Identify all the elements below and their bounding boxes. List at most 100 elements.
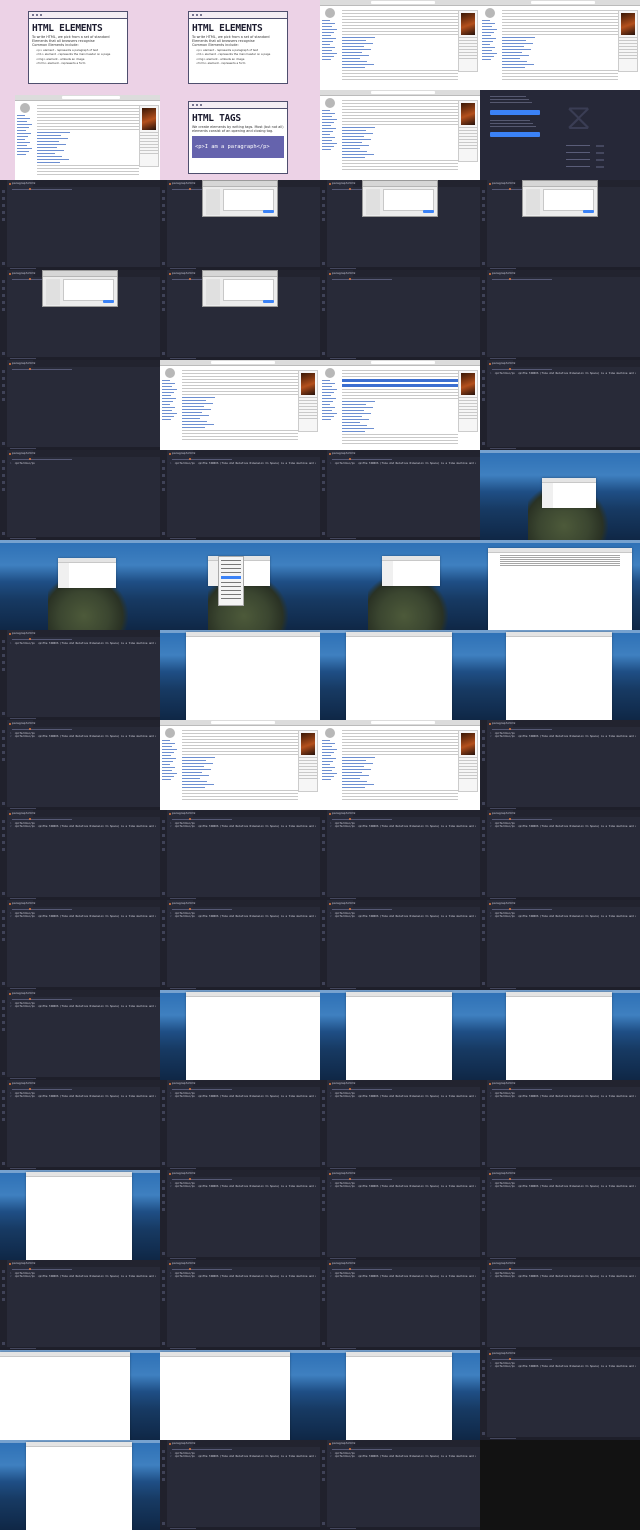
tab-paragraph-html[interactable]: paragraph.html xyxy=(327,900,355,907)
extensions-icon[interactable] xyxy=(482,308,485,311)
extensions-icon[interactable] xyxy=(162,1478,165,1481)
toc-link[interactable] xyxy=(182,400,206,401)
tab-paragraph-html[interactable]: paragraph.html xyxy=(327,180,355,187)
sidebar-link[interactable] xyxy=(482,20,490,21)
code-area[interactable]: 1 <p>Tardis</p> 2 <p>Tardis</p> <p>The TA… xyxy=(490,912,636,919)
sidebar-link[interactable] xyxy=(482,38,496,39)
git-icon[interactable] xyxy=(482,834,485,837)
sidebar-link[interactable] xyxy=(322,383,335,384)
dialog-favorites[interactable] xyxy=(46,279,60,305)
toc-link[interactable] xyxy=(342,428,374,429)
toc-link[interactable] xyxy=(342,37,375,38)
git-icon[interactable] xyxy=(162,1104,165,1107)
sidebar-link[interactable] xyxy=(17,145,27,146)
toc-link[interactable] xyxy=(342,52,362,53)
sidebar-link[interactable] xyxy=(17,148,32,149)
search-icon[interactable] xyxy=(2,1007,5,1010)
debug-icon[interactable] xyxy=(482,1111,485,1114)
toc-link[interactable] xyxy=(182,775,209,776)
save-button[interactable] xyxy=(263,210,274,213)
toc-link[interactable] xyxy=(182,769,211,770)
toc-link[interactable] xyxy=(342,136,364,137)
debug-icon[interactable] xyxy=(162,301,165,304)
tab-paragraph-html[interactable]: paragraph.html xyxy=(487,1260,515,1267)
search-icon[interactable] xyxy=(162,1187,165,1190)
toc-link[interactable] xyxy=(342,778,360,779)
code-area[interactable]: 1 <p>Tardis</p> 2 <p>Tardis</p> <p>The TA… xyxy=(490,1092,636,1099)
files-icon[interactable] xyxy=(322,1270,325,1273)
toc-link[interactable] xyxy=(342,130,366,131)
tab-paragraph-html[interactable]: paragraph.html xyxy=(487,720,515,727)
tab-paragraph-html[interactable]: paragraph.html xyxy=(7,630,35,637)
code-area[interactable]: 1 <p>Tardis</p> 2 <p>Tardis</p> <p>The TA… xyxy=(170,1092,316,1099)
toc-link[interactable] xyxy=(182,778,200,779)
sidebar-link[interactable] xyxy=(162,410,172,411)
files-icon[interactable] xyxy=(482,730,485,733)
debug-icon[interactable] xyxy=(322,481,325,484)
toc-link[interactable] xyxy=(182,418,200,419)
sidebar-link[interactable] xyxy=(322,143,337,144)
git-icon[interactable] xyxy=(2,654,5,657)
code-area[interactable]: 1 <p>Tardis</p> 2 <p>Tardis</p> <p>The TA… xyxy=(170,1182,316,1189)
sidebar-link[interactable] xyxy=(482,47,495,48)
toc-link[interactable] xyxy=(502,43,533,44)
git-icon[interactable] xyxy=(482,1284,485,1287)
menu-item[interactable] xyxy=(221,564,241,565)
dialog-file-list[interactable] xyxy=(223,189,274,211)
dialog-file-list[interactable] xyxy=(223,279,274,301)
tab-paragraph-html[interactable]: paragraph.html xyxy=(167,270,195,277)
gear-icon[interactable] xyxy=(482,442,485,445)
debug-icon[interactable] xyxy=(322,1471,325,1474)
git-icon[interactable] xyxy=(162,834,165,837)
sidebar-link[interactable] xyxy=(322,50,332,51)
search-icon[interactable] xyxy=(322,827,325,830)
dialog-favorites[interactable] xyxy=(366,189,380,215)
toc-link[interactable] xyxy=(342,781,367,782)
sidebar-link[interactable] xyxy=(482,35,491,36)
search-icon[interactable] xyxy=(482,917,485,920)
gear-icon[interactable] xyxy=(2,1342,5,1345)
toc-link[interactable] xyxy=(342,67,365,68)
code-area[interactable]: 1 <p>Tardis</p> 2 <p>Tardis</p> <p>The TA… xyxy=(330,1182,476,1189)
extensions-icon[interactable] xyxy=(162,1118,165,1121)
toc-link[interactable] xyxy=(502,52,522,53)
git-icon[interactable] xyxy=(482,384,485,387)
debug-icon[interactable] xyxy=(322,931,325,934)
sidebar-link[interactable] xyxy=(162,761,173,762)
gear-icon[interactable] xyxy=(482,1432,485,1435)
debug-icon[interactable] xyxy=(2,1021,5,1024)
toc-link[interactable] xyxy=(37,132,70,133)
sidebar-link[interactable] xyxy=(17,115,25,116)
git-icon[interactable] xyxy=(322,924,325,927)
toc-link[interactable] xyxy=(37,150,64,151)
gear-icon[interactable] xyxy=(322,262,325,265)
extensions-icon[interactable] xyxy=(482,1388,485,1391)
git-icon[interactable] xyxy=(2,294,5,297)
search-icon[interactable] xyxy=(322,1097,325,1100)
tab-paragraph-html[interactable]: paragraph.html xyxy=(167,180,195,187)
search-icon[interactable] xyxy=(482,377,485,380)
sidebar-link[interactable] xyxy=(322,23,335,24)
sidebar-link[interactable] xyxy=(322,44,330,45)
debug-icon[interactable] xyxy=(482,751,485,754)
files-icon[interactable] xyxy=(322,280,325,283)
debug-icon[interactable] xyxy=(322,301,325,304)
extensions-icon[interactable] xyxy=(2,1028,5,1031)
code-area[interactable]: 1 <p>Tardis</p> 2 <p>Tardis</p> <p>The TA… xyxy=(330,912,476,919)
debug-icon[interactable] xyxy=(162,211,165,214)
search-icon[interactable] xyxy=(482,287,485,290)
finder-sidebar[interactable] xyxy=(58,563,69,588)
sidebar-link[interactable] xyxy=(322,56,334,57)
code-area[interactable]: 1 <p>Tardis</p> 2 <p>Tardis</p> <p>The TA… xyxy=(490,1362,636,1369)
tab-paragraph-html[interactable]: paragraph.html xyxy=(7,180,35,187)
debug-icon[interactable] xyxy=(2,841,5,844)
tab-paragraph-html[interactable]: paragraph.html xyxy=(327,1260,355,1267)
sidebar-link[interactable] xyxy=(322,149,331,150)
git-icon[interactable] xyxy=(482,744,485,747)
files-icon[interactable] xyxy=(2,460,5,463)
extensions-icon[interactable] xyxy=(2,398,5,401)
tab-paragraph-html[interactable]: paragraph.html xyxy=(7,360,35,367)
sidebar-link[interactable] xyxy=(482,32,494,33)
save-button[interactable] xyxy=(423,210,434,213)
files-icon[interactable] xyxy=(482,1090,485,1093)
